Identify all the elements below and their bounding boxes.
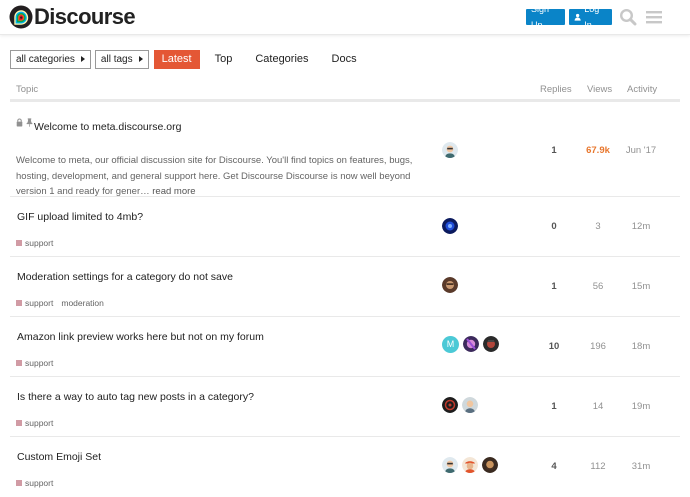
category-badge[interactable]: support [25,358,53,368]
avatar[interactable] [442,277,458,293]
topic-title[interactable]: Amazon link preview works here but not o… [17,331,264,343]
tab-top[interactable]: Top [207,50,241,69]
category-color [16,300,22,306]
search-icon[interactable] [619,8,637,26]
avatar[interactable] [462,457,478,473]
tab-categories[interactable]: Categories [247,50,316,69]
category-color [16,420,22,426]
views-count: 196 [590,341,606,352]
avatar[interactable] [463,336,479,352]
topic-row[interactable]: Is there a way to auto tag new posts in … [10,377,680,437]
sign-up-button[interactable]: Sign Up [526,4,565,30]
topic-tags: support [16,358,53,368]
topic-tags: support moderation [16,298,104,308]
replies-count: 1 [551,145,557,156]
user-icon [574,13,581,21]
topic-row[interactable]: GIF upload limited to 4mb? support 0 3 1… [10,197,680,257]
read-more-link[interactable]: read more [152,186,195,197]
avatar[interactable] [462,397,478,413]
category-badge[interactable]: support [25,418,53,428]
activity-time[interactable]: 12m [621,221,661,232]
caret-right-icon [80,56,85,62]
avatar[interactable] [483,336,499,352]
tag-filter-dropdown[interactable]: all tags [94,49,149,69]
site-header: Discourse Sign Up Log In [0,0,690,35]
pin-icon [26,118,33,127]
views-count: 3 [595,221,601,232]
category-badge[interactable]: support [25,478,53,488]
topic-title[interactable]: Is there a way to auto tag new posts in … [17,391,254,403]
topic-list-header: Topic Replies Views Activity [10,80,680,102]
topic-tags: support [16,238,53,248]
topic-row[interactable]: Amazon link preview works here but not o… [10,317,680,377]
replies-count: 10 [548,341,560,352]
tab-latest[interactable]: Latest [153,49,200,69]
topic-row[interactable]: Welcome to meta.discourse.org Welcome to… [10,105,680,197]
avatar[interactable] [442,142,458,158]
category-filter-dropdown[interactable]: all categories [10,49,91,69]
lock-icon [16,118,23,127]
avatar-letter[interactable]: M [442,336,459,353]
discourse-logo-icon [9,5,33,29]
category-badge[interactable]: support [25,298,53,308]
avatar[interactable] [442,218,458,234]
topic-title[interactable]: GIF upload limited to 4mb? [17,211,143,223]
category-color [16,240,22,246]
topic-posters [442,397,478,413]
avatar[interactable] [442,457,458,473]
replies-count: 0 [551,221,557,232]
topic-title[interactable]: Welcome to meta.discourse.org [34,121,181,133]
topic-posters [442,277,458,293]
logo-text: Discourse [34,4,136,29]
topic-excerpt: Welcome to meta, our official discussion… [16,153,434,200]
topic-tags: support [16,478,53,488]
status-icons [16,118,33,127]
activity-time[interactable]: 18m [621,341,661,352]
column-topic[interactable]: Topic [16,84,38,95]
views-count: 112 [590,461,606,472]
views-count: 56 [592,281,604,292]
topic-row[interactable]: Custom Emoji Set support 4 112 31m [10,437,680,497]
topic-posters [442,457,498,473]
replies-count: 1 [551,281,557,292]
avatar[interactable] [442,397,458,413]
activity-time[interactable]: 31m [621,461,661,472]
topic-row[interactable]: Moderation settings for a category do no… [10,257,680,317]
column-activity[interactable]: Activity [627,84,657,95]
activity-time[interactable]: 15m [621,281,661,292]
avatar[interactable] [482,457,498,473]
category-filter-label: all categories [16,53,75,65]
column-views[interactable]: Views [587,84,612,95]
sign-up-label: Sign Up [531,4,550,30]
replies-count: 4 [551,461,557,472]
topic-posters [442,142,458,158]
topic-title[interactable]: Custom Emoji Set [17,451,101,463]
activity-time[interactable]: Jun '17 [621,145,661,156]
topic-posters [442,218,458,234]
topic-posters: M [442,336,499,353]
category-color [16,480,22,486]
log-in-label: Log In [584,4,600,30]
tag-badge[interactable]: moderation [61,298,104,308]
category-badge[interactable]: support [25,238,53,248]
topic-title[interactable]: Moderation settings for a category do no… [17,271,233,283]
caret-right-icon [138,56,143,62]
activity-time[interactable]: 19m [621,401,661,412]
excerpt-text: Welcome to meta, our official discussion… [16,155,413,197]
views-count: 14 [592,401,604,412]
navigation-bar: all categories all tags Latest Top Categ… [10,49,365,69]
replies-count: 1 [551,401,557,412]
hamburger-menu-icon[interactable] [645,8,663,26]
views-count: 67.9k [586,145,610,156]
tab-docs[interactable]: Docs [324,50,365,69]
category-color [16,360,22,366]
site-logo[interactable]: Discourse [9,4,136,30]
tag-filter-label: all tags [100,53,133,65]
log-in-button[interactable]: Log In [569,4,612,30]
topic-tags: support [16,418,53,428]
column-replies[interactable]: Replies [540,84,572,95]
